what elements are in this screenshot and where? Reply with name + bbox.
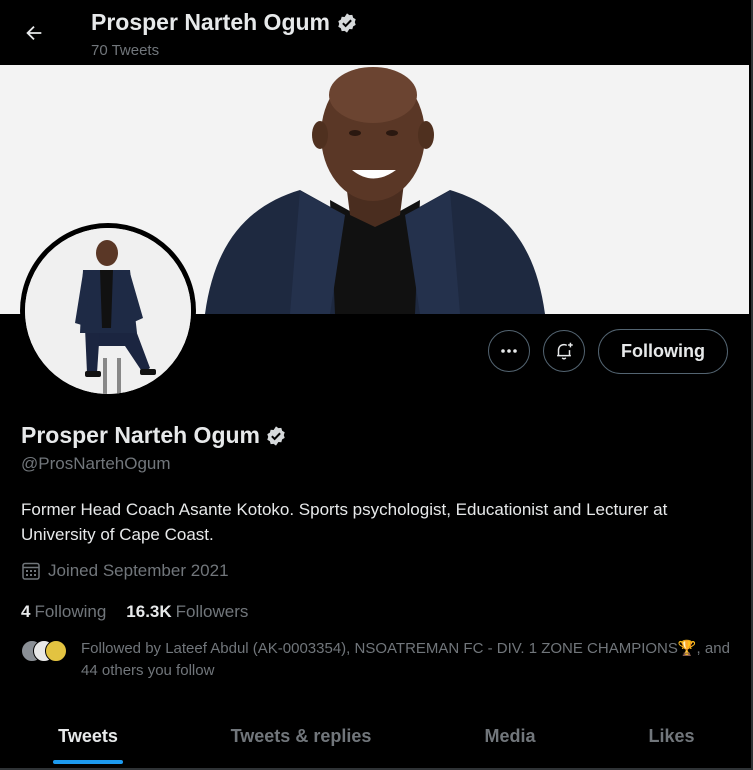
followers-link[interactable]: 16.3K Followers: [126, 602, 248, 622]
following-button[interactable]: Following: [598, 329, 728, 374]
tab-label: Likes: [648, 726, 695, 746]
following-count: 4: [21, 602, 31, 621]
back-button[interactable]: [18, 18, 50, 48]
verified-badge-icon: [267, 425, 285, 446]
top-bar: Prosper Narteh Ogum 70 Tweets: [0, 0, 751, 65]
profile-display-name: Prosper Narteh Ogum: [21, 422, 260, 448]
joined-date: Joined September 2021: [21, 561, 229, 581]
arrow-left-icon: [26, 25, 42, 41]
notifications-button[interactable]: [543, 330, 585, 372]
profile-name: Prosper Narteh Ogum: [21, 422, 287, 449]
follower-avatars: [21, 638, 73, 664]
tab-label: Tweets & replies: [230, 726, 372, 746]
tweet-count: 70 Tweets: [91, 42, 160, 59]
joined-text: Joined September 2021: [48, 561, 229, 580]
followed-by[interactable]: Followed by Lateef Abdul (AK-0003354), N…: [21, 638, 736, 682]
profile-avatar[interactable]: [20, 223, 196, 399]
followers-label: Followers: [175, 602, 249, 621]
followers-count: 16.3K: [126, 602, 172, 621]
tab-media[interactable]: Media: [426, 705, 594, 768]
active-tab-indicator: [53, 760, 123, 764]
avatar: [45, 640, 67, 662]
calendar-icon: [22, 562, 40, 580]
tab-label: Media: [484, 726, 536, 746]
header-name: Prosper Narteh Ogum: [91, 9, 330, 35]
tab-tweets[interactable]: Tweets: [0, 705, 176, 768]
avatar-photo: [25, 228, 191, 394]
following-label: Following: [34, 602, 107, 621]
tab-tweets-replies[interactable]: Tweets & replies: [176, 705, 426, 768]
profile-handle: @ProsNartehOgum: [21, 454, 171, 473]
avatar-image: [25, 228, 191, 394]
profile-bio: Former Head Coach Asante Kotoko. Sports …: [21, 500, 668, 544]
tab-label: Tweets: [58, 726, 118, 746]
more-dots-icon: [501, 349, 517, 353]
tab-likes[interactable]: Likes: [594, 705, 749, 768]
followed-by-text: Followed by Lateef Abdul (AK-0003354), N…: [81, 640, 730, 679]
profile-tabs: Tweets Tweets & replies Media Likes: [0, 705, 749, 768]
verified-badge-icon: [338, 12, 356, 33]
follow-stats: 4 Following 16.3K Followers: [21, 602, 248, 622]
header-title: Prosper Narteh Ogum: [91, 9, 358, 36]
more-options-button[interactable]: [488, 330, 530, 372]
following-link[interactable]: 4 Following: [21, 602, 106, 622]
bell-plus-icon: [557, 342, 573, 360]
